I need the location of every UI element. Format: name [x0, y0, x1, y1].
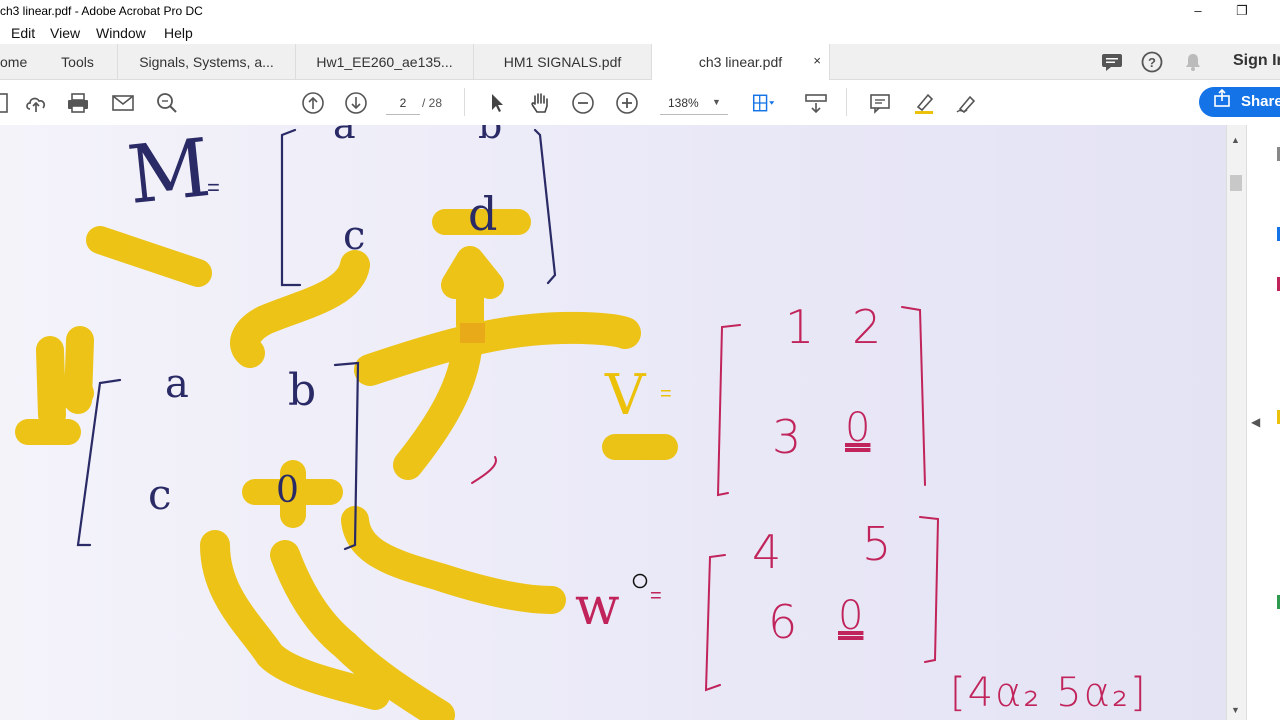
tab-ch3-linear[interactable]: ch3 linear.pdf × [652, 44, 830, 80]
share-button[interactable]: Share [1199, 87, 1280, 117]
scrollbar-thumb[interactable] [1230, 175, 1242, 191]
svg-text:?: ? [1148, 55, 1156, 70]
title-bar: ch3 linear.pdf - Adobe Acrobat Pro DC – … [0, 0, 1280, 22]
minimize-button[interactable]: – [1184, 2, 1212, 20]
select-cursor-icon[interactable] [485, 91, 509, 115]
bracket-stroke [471, 456, 497, 484]
zoom-out-icon[interactable] [571, 91, 595, 115]
bracket-stroke [919, 516, 940, 663]
window-title: ch3 linear.pdf - Adobe Acrobat Pro DC [0, 4, 203, 18]
comment-icon[interactable] [868, 91, 892, 115]
note-m-variable: M [123, 125, 215, 223]
note-w-variable: w [575, 577, 620, 637]
tab-bar: ome Tools Signals, Systems, a... Hw1_EE2… [0, 44, 1280, 80]
share-icon [1213, 88, 1231, 118]
document-page[interactable]: M = a b c d a b c 0 V = 1 2 3 0 w = 4 5 … [0, 125, 1226, 720]
comment-bubble-icon[interactable] [1101, 52, 1123, 77]
highlight-stroke [354, 311, 641, 386]
menu-edit[interactable]: Edit [11, 25, 35, 41]
tab-label: HM1 SIGNALS.pdf [503, 53, 622, 70]
share-label: Share [1241, 93, 1280, 110]
menu-help[interactable]: Help [164, 25, 193, 41]
tab-signals-systems[interactable]: Signals, Systems, a... [118, 44, 296, 79]
note-w-equals: = [650, 585, 662, 607]
tab-label: ch3 linear.pdf [698, 54, 783, 70]
bracket-stroke [716, 324, 741, 497]
right-tools-pane: ◀ [1246, 125, 1280, 720]
tab-label: Hw1_EE260_ae135... [316, 53, 453, 70]
fit-page-icon[interactable] [752, 91, 776, 115]
note-left-c: c [148, 470, 172, 519]
note-w-22: 0 [838, 593, 864, 639]
zoom-level-select[interactable]: 138% ▼ [660, 92, 728, 115]
note-w-12: 5 [862, 517, 892, 571]
note-v-21: 3 [772, 410, 802, 464]
help-icon[interactable]: ? [1141, 51, 1163, 78]
scroll-down-icon[interactable]: ▼ [1231, 705, 1240, 715]
bracket-stroke [533, 128, 557, 285]
toolbar: 2 / 28 138% ▼ [0, 80, 1280, 126]
note-left-b: b [288, 365, 317, 416]
scroll-up-icon[interactable]: ▲ [1231, 135, 1240, 145]
tab-tools-label: Tools [61, 53, 94, 70]
note-matrix-b: b [478, 125, 503, 147]
tab-close-icon[interactable]: × [813, 53, 821, 68]
note-matrix-c: c [343, 213, 366, 259]
expand-pane-icon[interactable]: ◀ [1251, 415, 1260, 429]
cursor-marker [632, 573, 648, 589]
highlighter-icon[interactable] [912, 91, 936, 115]
note-v-22: 0 [845, 405, 871, 451]
vertical-scrollbar[interactable]: ▲ ▼ [1226, 125, 1246, 720]
scroll-mode-icon[interactable] [804, 91, 828, 115]
note-v-11: 1 [785, 300, 815, 354]
tab-label: Signals, Systems, a... [139, 53, 274, 70]
highlight-stroke [230, 250, 370, 368]
bracket-stroke [280, 128, 302, 287]
toolbar-divider [464, 88, 465, 116]
note-v-variable: V [605, 363, 646, 428]
notification-bell-icon[interactable] [1183, 52, 1203, 77]
menu-window[interactable]: Window [96, 25, 146, 41]
note-equals: = [207, 175, 220, 200]
menu-view[interactable]: View [50, 25, 80, 41]
note-bottom-expression: [4α₂ 5α₂] [950, 670, 1148, 716]
restore-button[interactable]: ❐ [1228, 2, 1256, 20]
search-icon[interactable] [155, 91, 179, 115]
note-v-equals: = [660, 383, 672, 405]
chevron-down-icon: ▼ [712, 97, 721, 107]
note-w-21: 6 [768, 595, 798, 649]
print-icon[interactable] [66, 91, 90, 115]
page-number-input[interactable]: 2 [386, 92, 420, 115]
sign-pen-icon[interactable] [955, 91, 979, 115]
toolbar-divider [846, 88, 847, 116]
note-matrix-a: a [333, 125, 356, 147]
bracket-stroke [901, 306, 926, 486]
highlight-stroke [441, 246, 504, 339]
note-left-d: 0 [276, 470, 299, 511]
next-page-icon[interactable] [344, 91, 368, 115]
tab-hw1-ee260[interactable]: Hw1_EE260_ae135... [296, 44, 474, 79]
tab-home-label: ome [0, 53, 28, 70]
note-w-11: 4 [752, 525, 782, 579]
email-icon[interactable] [111, 91, 135, 115]
zoom-level-value: 138% [668, 96, 699, 110]
sign-in-link[interactable]: Sign In [1233, 52, 1280, 70]
note-matrix-d: d [468, 187, 498, 241]
tab-hm1-signals[interactable]: HM1 SIGNALS.pdf [474, 44, 652, 79]
highlight-stroke [36, 326, 94, 429]
note-left-a: a [165, 361, 189, 407]
menu-bar: Edit View Window Help [0, 22, 1280, 44]
note-v-12: 2 [852, 300, 882, 354]
previous-page-icon[interactable] [301, 91, 325, 115]
tab-tools[interactable]: Tools [38, 44, 118, 79]
highlight-stroke [341, 506, 566, 614]
save-icon[interactable] [0, 91, 10, 115]
tab-home[interactable]: ome [0, 44, 38, 79]
bracket-stroke [704, 554, 726, 692]
zoom-in-icon[interactable] [615, 91, 639, 115]
page-total: / 28 [422, 96, 443, 110]
highlight-stroke [86, 226, 212, 287]
hand-tool-icon[interactable] [528, 91, 552, 115]
upload-cloud-icon[interactable] [24, 91, 48, 115]
